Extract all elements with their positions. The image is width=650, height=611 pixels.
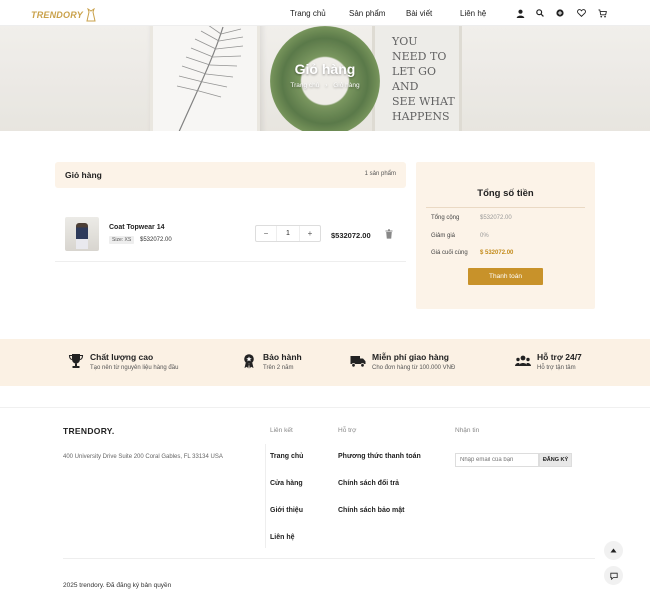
site-footer: TRENDORY. 400 University Drive Suite 200… <box>0 407 650 611</box>
feature-title: Hỗ trợ 24/7 <box>537 352 582 362</box>
copyright-text: 2025 trendory. Đã đăng ký bản quyền <box>63 582 172 589</box>
footer-link-returns[interactable]: Chính sách đổi trả <box>338 480 399 487</box>
trophy-icon <box>68 354 84 368</box>
chevron-right-icon: › <box>325 82 328 89</box>
footer-link-privacy[interactable]: Chính sách bảo mật <box>338 507 405 514</box>
product-thumbnail[interactable] <box>65 217 99 251</box>
footer-address: 400 University Drive Suite 200 Coral Gab… <box>63 454 223 460</box>
footer-newsletter-heading: Nhận tin <box>455 427 480 434</box>
cart-item-row: Coat Topwear 14 Size: XS $532072.00 − 1 … <box>55 207 406 262</box>
logo-text: TRENDORY <box>31 10 83 20</box>
summary-value-final: $ 532072.00 <box>480 250 514 256</box>
feature-title: Bảo hành <box>263 352 302 362</box>
heart-icon[interactable] <box>575 7 587 19</box>
checkout-button[interactable]: Thanh toán <box>468 268 543 285</box>
footer-link-about[interactable]: Giới thiệu <box>270 507 303 514</box>
nav-item-blog[interactable]: Bài viết <box>406 9 432 18</box>
feature-subtitle: Trên 2 năm <box>263 365 294 371</box>
qty-increase-button[interactable]: + <box>300 229 320 238</box>
cart-heading: Giỏ hàng <box>65 170 102 180</box>
quantity-stepper: − 1 + <box>255 225 321 242</box>
cart-item-count: 1 sản phẩm <box>364 171 396 177</box>
footer-link-contact[interactable]: Liên hệ <box>270 534 295 541</box>
footer-link-shop[interactable]: Cửa hàng <box>270 480 303 487</box>
chat-button[interactable] <box>604 566 623 585</box>
product-unit-price: $532072.00 <box>140 237 172 243</box>
footer-link-home[interactable]: Trang chủ <box>270 453 303 460</box>
feature-subtitle: Cho đơn hàng từ 100.000 VNĐ <box>372 365 456 371</box>
summary-value-subtotal: $532072.00 <box>480 215 512 221</box>
feature-subtitle: Hỗ trợ tận tâm <box>537 365 576 371</box>
page-title: Giỏ hàng <box>294 61 356 77</box>
footer-support-heading: Hỗ trợ <box>338 427 357 434</box>
site-header: TRENDORY Trang chủ Sản phẩm Bài viết Liê… <box>0 0 650 26</box>
summary-title: Tổng số tiền <box>477 188 534 199</box>
support-users-icon <box>515 355 531 366</box>
chat-bubble-icon <box>609 572 618 580</box>
summary-label-final: Giá cuối cùng <box>431 250 468 256</box>
award-badge-icon <box>244 354 254 369</box>
page-banner: YOU NEED TO LET GO AND SEE WHAT HAPPENS … <box>0 26 650 131</box>
footer-link-payment[interactable]: Phương thức thanh toán <box>338 453 421 460</box>
logo[interactable]: TRENDORY <box>31 8 97 22</box>
newsletter-email-input[interactable] <box>455 453 539 467</box>
qty-value[interactable]: 1 <box>276 226 300 241</box>
footer-brand: TRENDORY. <box>63 426 115 436</box>
trash-icon[interactable] <box>385 229 393 239</box>
line-total: $532072.00 <box>331 231 371 240</box>
feature-title: Miễn phí giao hàng <box>372 352 449 362</box>
user-icon[interactable] <box>514 7 526 19</box>
summary-value-discount: 0% <box>480 233 489 239</box>
breadcrumb-current: Giỏ hàng <box>333 82 360 89</box>
summary-label-discount: Giảm giá <box>431 233 456 239</box>
caret-up-icon <box>610 548 617 553</box>
product-name[interactable]: Coat Topwear 14 <box>109 224 165 231</box>
nav-item-contact[interactable]: Liên hệ <box>460 9 486 18</box>
feature-subtitle: Tạo nên từ nguyên liệu hàng đầu <box>90 365 179 371</box>
order-summary: Tổng số tiền Tổng cộng $532072.00 Giảm g… <box>416 162 595 309</box>
breadcrumb: Trang chủ › Giỏ hàng <box>0 82 650 89</box>
nav-item-home[interactable]: Trang chủ <box>290 9 326 18</box>
breadcrumb-home[interactable]: Trang chủ <box>290 82 319 89</box>
search-icon[interactable] <box>534 7 546 19</box>
truck-icon <box>350 356 366 368</box>
subscribe-button[interactable]: ĐĂNG KÝ <box>539 453 572 467</box>
header-tools <box>514 7 614 19</box>
nav-item-products[interactable]: Sản phẩm <box>349 9 385 18</box>
features-bar: Chất lượng cao Tạo nên từ nguyên liệu hà… <box>0 339 650 386</box>
qty-decrease-button[interactable]: − <box>256 229 276 238</box>
cart-icon[interactable] <box>596 7 608 19</box>
footer-links-heading: Liên kết <box>270 427 293 434</box>
feature-title: Chất lượng cao <box>90 352 154 362</box>
scroll-top-button[interactable] <box>604 541 623 560</box>
cart-header: Giỏ hàng 1 sản phẩm <box>55 162 406 188</box>
summary-label-subtotal: Tổng cộng <box>431 215 460 221</box>
plus-circle-icon[interactable] <box>554 7 566 19</box>
logo-icon <box>86 8 96 22</box>
size-badge: Size: XS <box>109 236 135 244</box>
